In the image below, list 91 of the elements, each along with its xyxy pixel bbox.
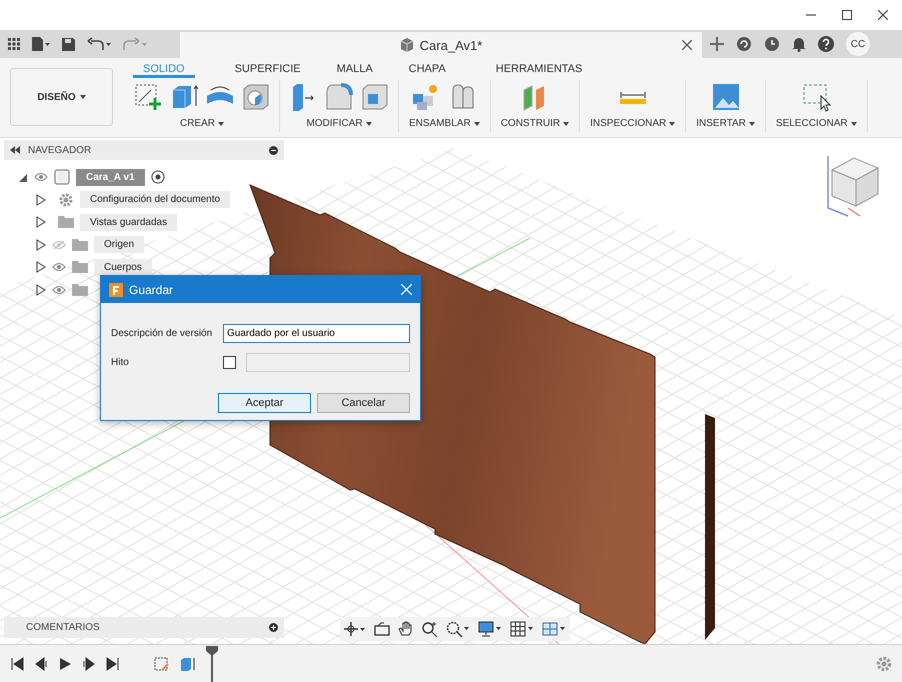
checkbox[interactable] bbox=[223, 356, 236, 369]
workspace-dropdown[interactable]: DISEÑO bbox=[10, 68, 113, 126]
component-icon bbox=[54, 169, 70, 186]
toolbar-tab[interactable]: CHAPA bbox=[398, 60, 456, 78]
caret-icon bbox=[218, 122, 224, 126]
folder-icon bbox=[72, 261, 88, 274]
toolbar-tab[interactable]: SUPERFICIE bbox=[224, 60, 311, 78]
field-label: Hito bbox=[111, 357, 130, 368]
caret-icon bbox=[366, 122, 372, 126]
tool-group-menu[interactable]: SELECCIONAR bbox=[774, 116, 859, 131]
collapse-panel-icon[interactable] bbox=[10, 146, 20, 154]
caret-icon bbox=[474, 122, 480, 126]
tree-item[interactable]: Cuerpos bbox=[94, 258, 152, 276]
sketch-icon[interactable] bbox=[133, 82, 163, 112]
expand-triangle-icon[interactable] bbox=[36, 284, 46, 296]
close-icon[interactable] bbox=[878, 10, 888, 20]
first-icon[interactable] bbox=[10, 656, 24, 670]
sketch-feature-icon[interactable] bbox=[154, 656, 170, 672]
tool-group-menu[interactable]: CONSTRUIR bbox=[498, 116, 572, 131]
expand-triangle-icon[interactable] bbox=[36, 194, 46, 206]
caret-icon bbox=[748, 122, 755, 126]
clock-icon[interactable] bbox=[764, 36, 780, 52]
toolbar-tab[interactable]: HERRAMIENTAS bbox=[486, 60, 592, 78]
close-icon[interactable] bbox=[682, 40, 692, 50]
previous-icon[interactable] bbox=[34, 656, 48, 670]
pin-icon[interactable] bbox=[269, 146, 278, 154]
input-field[interactable]: Guardado por el usuario bbox=[223, 324, 410, 343]
pan-hand-icon[interactable] bbox=[398, 621, 414, 637]
tool-group-menu[interactable]: MODIFICAR bbox=[304, 116, 374, 131]
eye-icon[interactable] bbox=[34, 172, 48, 182]
settings-icon[interactable] bbox=[876, 656, 892, 672]
caret-icon bbox=[563, 122, 570, 126]
cube-icon bbox=[400, 38, 414, 52]
grid-menu-icon[interactable] bbox=[8, 38, 20, 50]
expand-triangle-icon[interactable] bbox=[36, 216, 46, 228]
toolbar-tab[interactable]: MALLA bbox=[326, 60, 383, 78]
ok-button[interactable]: Aceptar bbox=[218, 393, 311, 413]
file-icon[interactable] bbox=[32, 37, 50, 51]
help-icon[interactable] bbox=[818, 36, 834, 52]
active-radio-icon[interactable] bbox=[150, 170, 165, 184]
add-comment-icon[interactable] bbox=[269, 623, 278, 632]
tree-item[interactable]: Origen bbox=[94, 236, 144, 254]
document-title: Cara_Av1* bbox=[420, 38, 482, 52]
caret-icon bbox=[850, 122, 857, 126]
tool-group-menu[interactable]: CREAR bbox=[178, 116, 226, 131]
tree-item[interactable]: Configuración del documento bbox=[80, 191, 230, 208]
look-at-icon[interactable] bbox=[374, 622, 390, 636]
expand-triangle-icon[interactable] bbox=[36, 238, 46, 251]
gear-icon bbox=[58, 192, 74, 208]
timeline-marker-icon[interactable] bbox=[206, 646, 218, 682]
orbit-icon[interactable] bbox=[344, 622, 366, 636]
next-icon[interactable] bbox=[82, 656, 96, 670]
dialog-title: Guardar bbox=[129, 282, 174, 296]
caret-icon bbox=[669, 122, 676, 126]
select-icon[interactable] bbox=[801, 82, 832, 112]
shell-icon[interactable] bbox=[360, 82, 390, 112]
expand-triangle-icon[interactable] bbox=[36, 261, 46, 274]
zoom-icon[interactable] bbox=[422, 621, 438, 637]
tool-group-menu[interactable]: INSPECCIONAR bbox=[588, 116, 678, 131]
undo-icon[interactable] bbox=[87, 37, 111, 51]
grid-icon[interactable] bbox=[510, 621, 534, 637]
extrude-feature-icon[interactable] bbox=[180, 656, 196, 672]
display-icon[interactable] bbox=[478, 621, 502, 637]
folder-icon bbox=[58, 216, 74, 228]
tool-group-menu[interactable]: INSERTAR bbox=[694, 116, 757, 131]
tree-item[interactable]: Vistas guardadas bbox=[80, 214, 178, 231]
image-icon[interactable] bbox=[710, 82, 741, 112]
maximize-icon[interactable] bbox=[842, 10, 852, 20]
field-label: Descripción de versión bbox=[111, 328, 214, 339]
hole-icon[interactable] bbox=[241, 82, 271, 112]
folder-icon bbox=[72, 238, 88, 251]
eye-icon[interactable] bbox=[52, 262, 66, 272]
bell-icon[interactable] bbox=[792, 36, 806, 52]
plus-icon[interactable] bbox=[710, 37, 724, 51]
refresh-icon[interactable] bbox=[736, 36, 752, 52]
caret-icon bbox=[80, 95, 86, 99]
user-avatar[interactable]: CC bbox=[846, 32, 870, 56]
app-logo-icon bbox=[109, 282, 123, 296]
fillet-icon[interactable] bbox=[324, 82, 354, 112]
eye-icon[interactable] bbox=[52, 284, 66, 295]
save-icon[interactable] bbox=[62, 38, 75, 50]
zoom-window-icon[interactable] bbox=[446, 621, 470, 637]
play-icon[interactable] bbox=[58, 656, 72, 670]
tool-group-menu[interactable]: ENSAMBLAR bbox=[407, 116, 482, 131]
viewports-icon[interactable] bbox=[542, 621, 566, 637]
browser-title: NAVEGADOR bbox=[28, 144, 92, 156]
document-tab[interactable]: Cara_Av1* bbox=[180, 32, 702, 58]
last-icon[interactable] bbox=[106, 656, 120, 670]
comments-title: COMENTARIOS bbox=[26, 622, 101, 633]
cancel-button[interactable]: Cancelar bbox=[317, 393, 410, 413]
folder-icon bbox=[72, 284, 88, 296]
